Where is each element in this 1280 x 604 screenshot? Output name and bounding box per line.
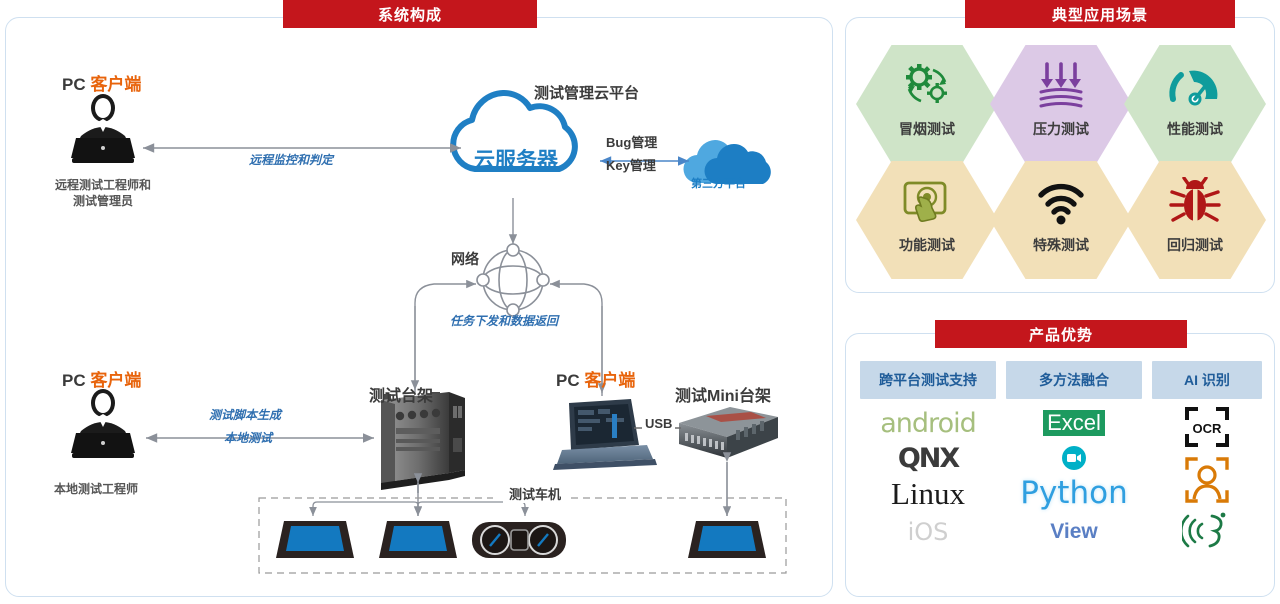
vehicle-cluster <box>472 522 566 558</box>
network-label: 网络 <box>451 251 479 267</box>
gauge-icon <box>1169 70 1218 106</box>
third-party-label: 第三方平台 <box>691 178 746 190</box>
advantage-column-header-ai[interactable]: AI 识别 <box>1152 361 1262 399</box>
edge-label-local-test: 本地测试 <box>224 431 273 445</box>
scenario-label: 性能测试 <box>1167 121 1223 137</box>
camera-icon <box>1006 444 1142 472</box>
edge-label-remote-monitor: 远程监控和判定 <box>249 153 334 167</box>
network-node-icon <box>476 243 550 317</box>
voice-recognition-speak-icon <box>1182 512 1226 548</box>
vehicle-headunit-2 <box>379 521 457 558</box>
wifi-icon <box>1038 183 1084 225</box>
face-recognition-scan-icon <box>1185 457 1229 503</box>
product-advantages-panel: 跨平台测试支持 多方法融合 AI 识别 android QNX Linux iO… <box>845 333 1275 597</box>
vehicle-group-label: 测试车机 <box>503 484 568 503</box>
camera-circle-icon <box>1062 446 1086 470</box>
local-engineer-figure <box>71 389 135 458</box>
scenario-tile-stress[interactable]: 压力测试 <box>990 45 1132 163</box>
cloud-platform-title: 测试管理云平台 <box>534 85 640 102</box>
scenario-label: 回归测试 <box>1167 237 1223 253</box>
bug-icon <box>1169 177 1221 222</box>
cloud-server-label: 云服务器 <box>474 149 558 172</box>
edge-label-bug-manage: Bug管理 <box>606 135 658 150</box>
scenario-label: 功能测试 <box>899 237 955 253</box>
touch-screen-icon <box>903 181 947 222</box>
vehicle-group-box <box>258 497 787 574</box>
logo-linux: Linux <box>890 476 966 511</box>
ocr-icon: OCR <box>1152 406 1262 448</box>
voice-recognition-icon <box>1152 509 1262 553</box>
remote-pc-caption: 远程测试工程师和 测试管理员 <box>54 178 151 208</box>
logo-ios: iOS <box>907 518 949 546</box>
bench-label: 测试台架 <box>369 388 434 405</box>
scenario-tile-smoke[interactable]: 冒烟测试 <box>856 45 998 163</box>
down-arrows-icon <box>1039 62 1083 108</box>
vehicle-headunit-1 <box>276 521 354 558</box>
usb-label: USB <box>642 416 676 431</box>
gears-refresh-icon <box>906 64 947 103</box>
logo-python: Python <box>1020 475 1128 511</box>
scenario-tile-special[interactable]: 特殊测试 <box>990 161 1132 279</box>
test-bench-rack-art <box>381 392 465 490</box>
mini-bench-label: 测试Mini台架 <box>675 388 771 405</box>
logo-android: android <box>880 407 976 439</box>
edge-label-key-manage: Key管理 <box>606 158 656 173</box>
logo-view: View <box>1050 520 1098 543</box>
face-recognition-icon <box>1152 454 1262 506</box>
vehicle-headunit-4 <box>688 521 766 558</box>
mid-pc-title: PC 客户端 <box>556 371 636 390</box>
scenario-tile-performance[interactable]: 性能测试 <box>1124 45 1266 163</box>
scenario-label: 冒烟测试 <box>899 121 955 137</box>
logo-excel: Excel <box>1006 408 1142 438</box>
local-pc-caption: 本地测试工程师 <box>54 482 139 496</box>
system-composition-panel: PC 客户端 远程测试工程师和 测试管理员 测试管理云平台 云服务器 第三方平台… <box>5 17 833 597</box>
remote-pc-title: PC 客户端 <box>62 75 142 94</box>
ocr-scan-icon: OCR <box>1185 407 1229 447</box>
edge-label-task-dispatch: 任务下发和数据返回 <box>450 314 559 328</box>
advantage-column-header-methods[interactable]: 多方法融合 <box>1006 361 1142 399</box>
edge-label-script-gen: 测试脚本生成 <box>209 408 282 422</box>
edge-bench-to-network <box>414 279 476 393</box>
scenario-tile-functional[interactable]: 功能测试 <box>856 161 998 279</box>
system-diagram-canvas <box>71 90 787 574</box>
scenario-tile-regression[interactable]: 回归测试 <box>1124 161 1266 279</box>
ocr-text: OCR <box>1193 421 1223 436</box>
mid-pc-laptop-art <box>553 399 657 470</box>
remote-engineer-figure <box>71 94 135 163</box>
scenarios-panel-title: 典型应用场景 <box>965 0 1235 28</box>
scenario-label: 特殊测试 <box>1033 237 1089 253</box>
local-pc-title: PC 客户端 <box>62 371 142 390</box>
advantages-panel-title: 产品优势 <box>935 320 1187 348</box>
advantage-column-header-crossplatform[interactable]: 跨平台测试支持 <box>860 361 996 399</box>
scenario-label: 压力测试 <box>1033 121 1089 137</box>
typical-scenarios-panel: 冒烟测试 压力测试 性能测试 功能测试 特殊测试 回归测试 <box>845 17 1275 293</box>
logo-qnx: QNX <box>897 442 960 474</box>
system-panel-title: 系统构成 <box>283 0 537 28</box>
mini-bench-art <box>679 407 778 458</box>
